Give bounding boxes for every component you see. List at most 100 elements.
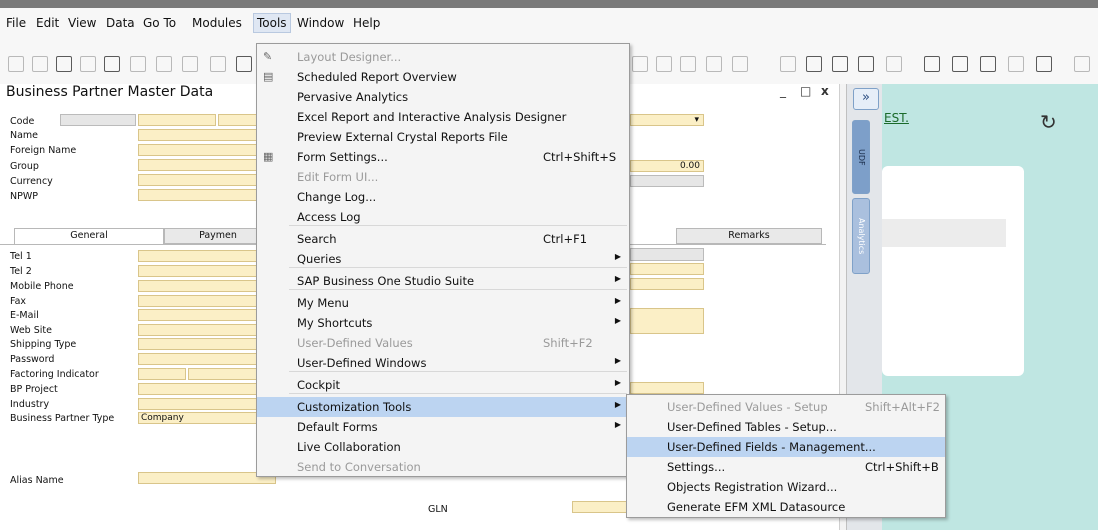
- tools-menu-item-sap-business-one-studio-suite[interactable]: SAP Business One Studio Suite ▶: [257, 271, 629, 291]
- currency-select[interactable]: [138, 174, 258, 186]
- group-select[interactable]: [138, 159, 258, 171]
- preview-icon[interactable]: [8, 56, 24, 72]
- menu-tools[interactable]: Tools: [253, 13, 291, 33]
- menu-edit[interactable]: Edit: [36, 16, 59, 30]
- tools-menu-item-change-log[interactable]: Change Log...: [257, 187, 629, 207]
- tools-menu-item-search[interactable]: Search Ctrl+F1: [257, 229, 629, 249]
- logoff-icon[interactable]: [1074, 56, 1090, 72]
- submenu-item-user-defined-values-setup[interactable]: User-Defined Values - Setup Shift+Alt+F2: [627, 397, 945, 417]
- gln-field[interactable]: [572, 501, 628, 513]
- mobile-phone-field[interactable]: [138, 280, 258, 292]
- menu-goto[interactable]: Go To: [143, 16, 176, 30]
- expand-panel-button[interactable]: »: [853, 88, 879, 110]
- tools-menu-item-my-shortcuts[interactable]: My Shortcuts ▶: [257, 313, 629, 333]
- org-chart-icon[interactable]: [1008, 56, 1024, 72]
- launch-app-icon[interactable]: [210, 56, 226, 72]
- lock-icon[interactable]: [632, 56, 648, 72]
- word-export-icon[interactable]: [156, 56, 172, 72]
- tools-menu-item-access-log[interactable]: Access Log: [257, 207, 629, 227]
- maximize-button[interactable]: □: [800, 84, 811, 98]
- npwp-field[interactable]: [138, 189, 258, 201]
- refresh-icon[interactable]: ↻: [1040, 110, 1057, 134]
- tools-menu-item-form-settings[interactable]: Form Settings... Ctrl+Shift+S: [257, 147, 629, 167]
- mail-icon[interactable]: [952, 56, 968, 72]
- udf-tab[interactable]: UDF: [852, 120, 870, 194]
- fax-icon[interactable]: [104, 56, 120, 72]
- chat-icon[interactable]: [886, 56, 902, 72]
- gross-profit-icon[interactable]: [806, 56, 822, 72]
- name-field[interactable]: [138, 129, 258, 141]
- email-icon[interactable]: [56, 56, 72, 72]
- menu-data[interactable]: Data: [106, 16, 135, 30]
- code-field[interactable]: [138, 114, 216, 126]
- email-field[interactable]: [138, 309, 258, 321]
- dashboard-link[interactable]: EST.: [884, 111, 909, 125]
- foreign-name-field[interactable]: [138, 144, 258, 156]
- tools-menu-item-default-forms[interactable]: Default Forms ▶: [257, 417, 629, 437]
- menu-window[interactable]: Window: [297, 16, 344, 30]
- factoring-indicator-field[interactable]: [138, 368, 186, 380]
- shipping-type-select[interactable]: [138, 338, 258, 350]
- close-button[interactable]: x: [821, 84, 829, 98]
- submenu-item-user-defined-tables-setup[interactable]: User-Defined Tables - Setup...: [627, 417, 945, 437]
- tools-menu-item-layout-designer[interactable]: Layout Designer...: [257, 47, 629, 67]
- analytics-tab[interactable]: Analytics: [852, 198, 870, 274]
- tools-menu-item-edit-form-ui[interactable]: Edit Form UI...: [257, 167, 629, 187]
- fax-field[interactable]: [138, 295, 258, 307]
- tools-menu-item-cockpit[interactable]: Cockpit ▶: [257, 375, 629, 395]
- submenu-item-objects-registration-wizard[interactable]: Objects Registration Wizard...: [627, 477, 945, 497]
- tools-menu-item-send-to-conversation[interactable]: Send to Conversation: [257, 457, 629, 477]
- filter-icon[interactable]: [656, 56, 672, 72]
- settings-form-icon[interactable]: [780, 56, 796, 72]
- tools-menu-item-excel-report-and-interactive-analysis-designer[interactable]: Excel Report and Interactive Analysis De…: [257, 107, 629, 127]
- tools-menu-item-queries[interactable]: Queries ▶: [257, 249, 629, 269]
- tools-menu-item-scheduled-report-overview[interactable]: Scheduled Report Overview: [257, 67, 629, 87]
- pdf-export-icon[interactable]: [182, 56, 198, 72]
- tools-menu-item-my-menu[interactable]: My Menu ▶: [257, 293, 629, 313]
- menu-modules[interactable]: Modules: [192, 16, 242, 30]
- tools-menu-item-user-defined-values[interactable]: User-Defined Values Shift+F2: [257, 333, 629, 353]
- menu-help[interactable]: Help: [353, 16, 380, 30]
- sort-icon[interactable]: [680, 56, 696, 72]
- alert-icon[interactable]: [924, 56, 940, 72]
- menu-view[interactable]: View: [68, 16, 96, 30]
- bp-type-value[interactable]: Company: [138, 412, 258, 424]
- series-select[interactable]: [60, 114, 136, 126]
- tab-general[interactable]: General: [14, 228, 164, 244]
- bp-type-select[interactable]: [218, 114, 258, 126]
- tools-menu-item-preview-external-crystal-reports-file[interactable]: Preview External Crystal Reports File: [257, 127, 629, 147]
- tools-menu-item-pervasive-analytics[interactable]: Pervasive Analytics: [257, 87, 629, 107]
- tel1-field[interactable]: [138, 250, 258, 262]
- bp-project-field[interactable]: [138, 383, 258, 395]
- submenu-item-settings[interactable]: Settings... Ctrl+Shift+B: [627, 457, 945, 477]
- submenu-arrow-icon: ▶: [614, 316, 621, 325]
- calendar-icon[interactable]: [980, 56, 996, 72]
- user-icon[interactable]: [1036, 56, 1052, 72]
- submenu-item-user-defined-fields-management[interactable]: User-Defined Fields - Management...: [627, 437, 945, 457]
- right-field-3[interactable]: [630, 278, 704, 290]
- tools-menu-item-customization-tools[interactable]: Customization Tools ▶: [257, 397, 629, 417]
- industry-select[interactable]: [138, 398, 258, 410]
- sms-icon[interactable]: [80, 56, 96, 72]
- factoring-indicator-desc[interactable]: [188, 368, 258, 380]
- menu-file[interactable]: File: [6, 16, 26, 30]
- web-site-field[interactable]: [138, 324, 258, 336]
- base-document-icon[interactable]: [706, 56, 722, 72]
- excel-export-icon[interactable]: [130, 56, 146, 72]
- remarks-field[interactable]: [630, 308, 704, 334]
- right-field-4[interactable]: [630, 382, 704, 394]
- right-header-select[interactable]: ▾: [630, 114, 704, 126]
- right-field-2[interactable]: [630, 263, 704, 275]
- print-icon[interactable]: [32, 56, 48, 72]
- tab-remarks[interactable]: Remarks: [676, 228, 822, 244]
- journal-icon[interactable]: [832, 56, 848, 72]
- tel2-field[interactable]: [138, 265, 258, 277]
- password-field[interactable]: [138, 353, 258, 365]
- message-icon[interactable]: [858, 56, 874, 72]
- move-icon[interactable]: [236, 56, 252, 72]
- target-document-icon[interactable]: [732, 56, 748, 72]
- submenu-item-generate-efm-xml-datasource[interactable]: Generate EFM XML Datasource: [627, 497, 945, 517]
- tools-menu-item-user-defined-windows[interactable]: User-Defined Windows ▶: [257, 353, 629, 373]
- minimize-button[interactable]: _: [780, 84, 786, 98]
- tools-menu-item-live-collaboration[interactable]: Live Collaboration: [257, 437, 629, 457]
